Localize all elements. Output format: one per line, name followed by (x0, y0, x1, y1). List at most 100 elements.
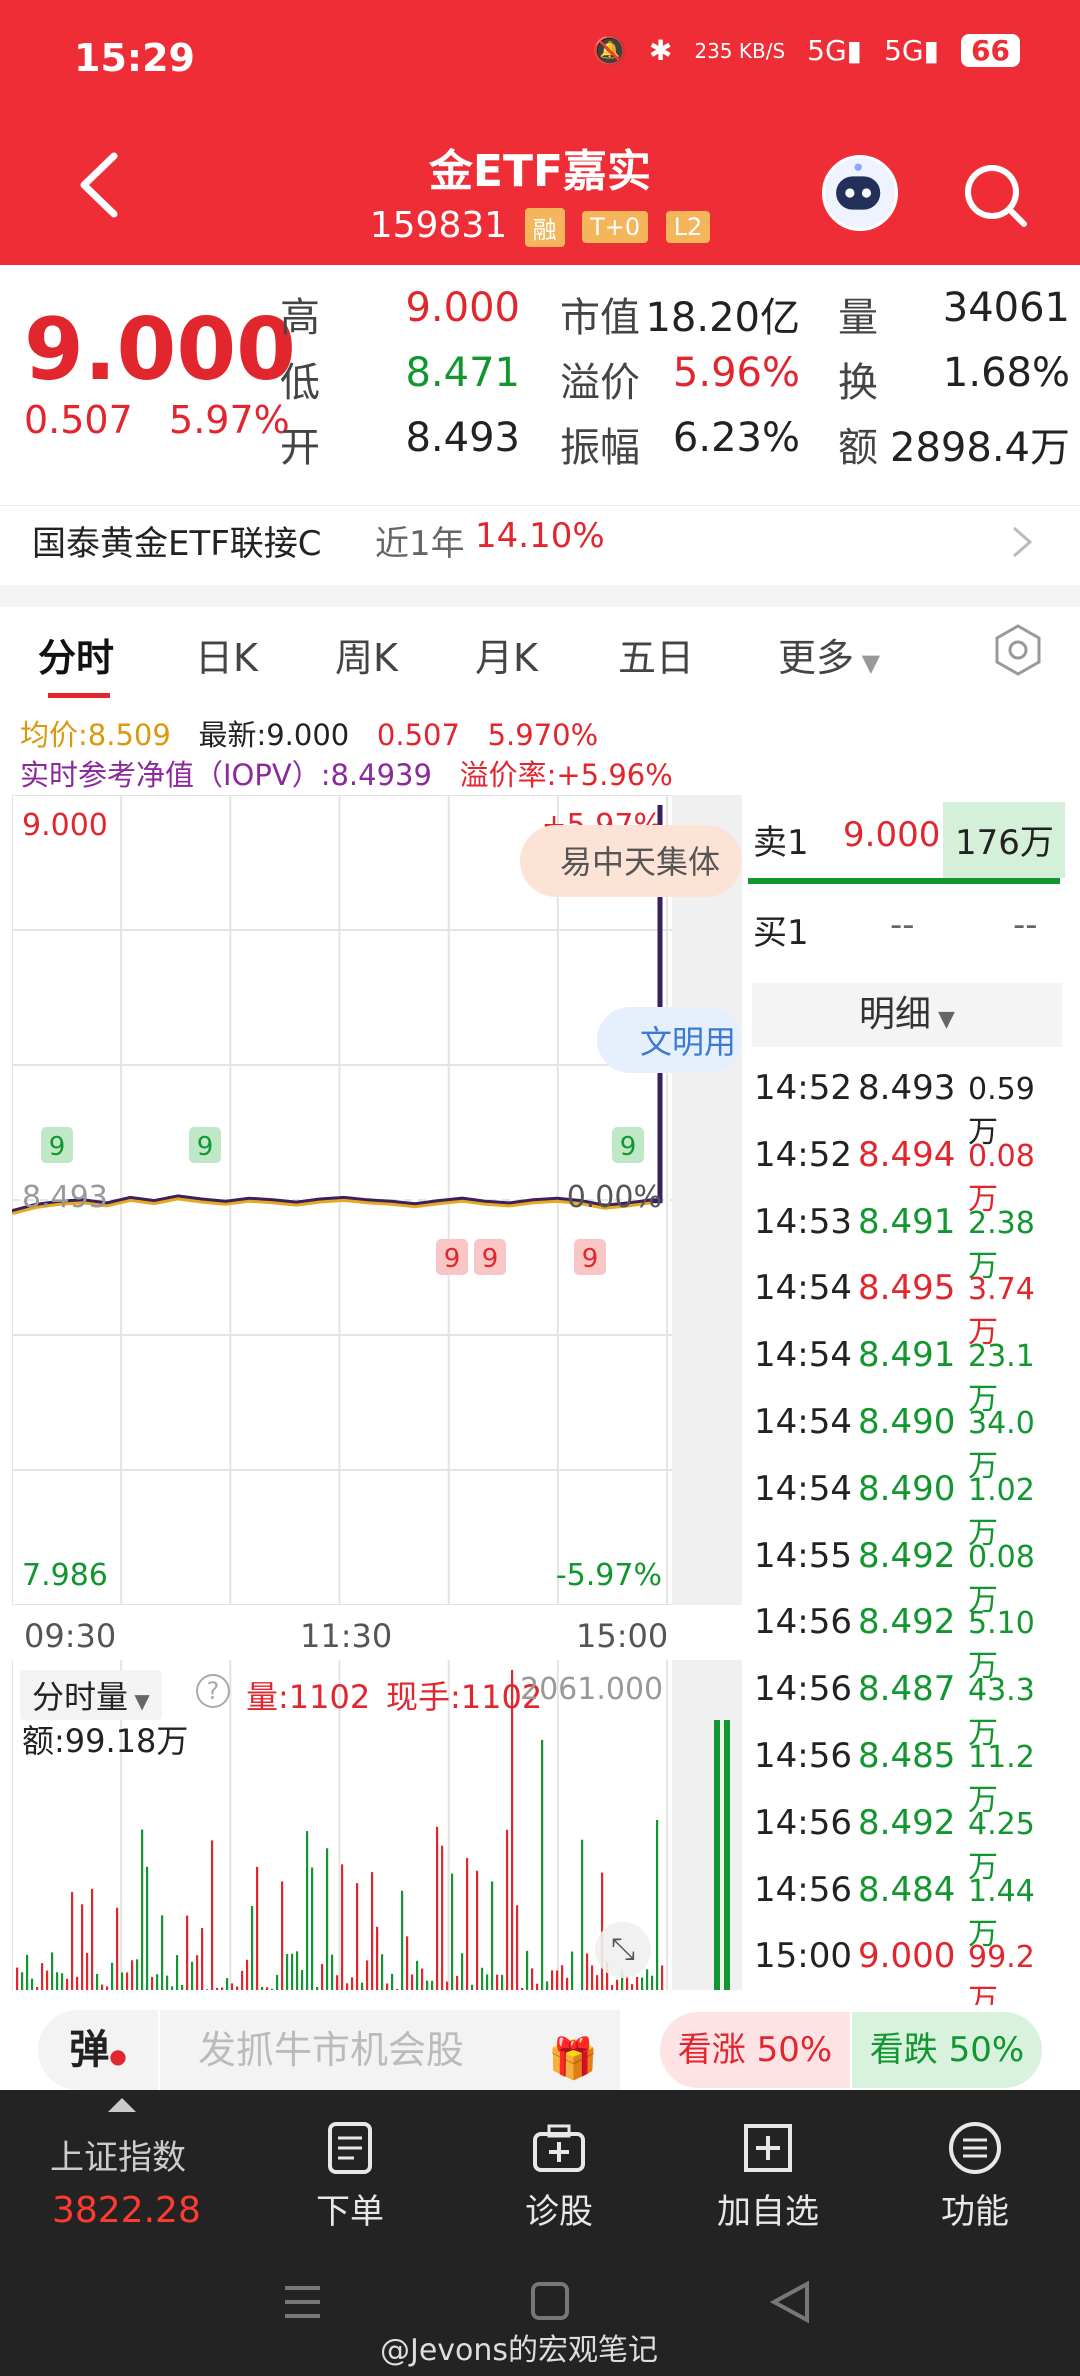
volume-bar (436, 1826, 439, 1990)
stat-value: 1.68% (942, 350, 1070, 396)
help-icon[interactable]: ? (196, 1674, 230, 1708)
stat-label: 振幅 (560, 425, 640, 471)
stat-label: 溢价 (560, 360, 640, 406)
volume-bar (371, 1872, 374, 1990)
volume-bar (336, 1975, 339, 1990)
volume-amount: 额:99.18万 (22, 1722, 189, 1760)
order-icon (328, 2122, 372, 2174)
expand-icon[interactable]: ⤡ (595, 1922, 651, 1978)
index-value[interactable]: 3822.28 (52, 2190, 201, 2231)
stat-value: 2898.4万 (890, 425, 1070, 471)
bearish-vote-button[interactable]: 看跌 50% (852, 2012, 1042, 2088)
volume-bar (246, 1959, 249, 1990)
intraday-chart[interactable]: 9.000 8.493 7.986 +5.97% 0.00% -5.97% 易中… (12, 795, 742, 1605)
volume-bar (106, 1986, 109, 1990)
trade-time: 14:56 (754, 1602, 852, 1643)
detail-dropdown[interactable]: 明细 ▼ (752, 983, 1062, 1047)
recent-apps-icon[interactable] (285, 2286, 320, 2318)
volume-bar (531, 1968, 534, 1990)
latest-pct: 5.970% (487, 718, 599, 752)
gift-icon[interactable]: 🎁 (548, 2035, 598, 2082)
trade-price: 8.494 (858, 1134, 956, 1175)
search-icon[interactable] (960, 160, 1030, 230)
volume-bar (226, 1978, 229, 1990)
volume-bar (551, 1970, 554, 1990)
linked-fund-name: 国泰黄金ETF联接C (32, 524, 322, 564)
volume-bar (431, 1980, 434, 1990)
svg-text:9: 9 (582, 1244, 599, 1274)
settings-icon[interactable] (990, 622, 1046, 678)
volume-bar (261, 1986, 264, 1990)
tab-monthly-k[interactable]: 月K (475, 627, 538, 682)
tab-five-day[interactable]: 五日 (618, 627, 694, 682)
volume-type-selector[interactable]: 分时量 ▼ (20, 1670, 162, 1720)
robot-assistant-icon[interactable] (822, 155, 898, 231)
volume-bar (241, 1970, 244, 1990)
volume-bar (636, 1976, 639, 1990)
watermark: @Jevons的宏观笔记 (380, 2333, 659, 2368)
tab-intraday[interactable]: 分时 (38, 627, 114, 682)
volume-bar (306, 1831, 309, 1990)
bullish-vote-button[interactable]: 看涨 50% (660, 2012, 850, 2088)
buy-signal-marker: 9 (189, 1127, 221, 1163)
volume-closing-bar-1 (714, 1720, 720, 1990)
volume-bar (31, 1978, 34, 1990)
nav-add-watchlist[interactable]: 加自选 (693, 2120, 843, 2233)
linked-fund-row[interactable]: 国泰黄金ETF联接C 近1年 14.10% (0, 505, 1080, 575)
volume-bar (86, 1952, 89, 1990)
volume-bar (366, 1960, 369, 1990)
stat-label: 开 (280, 425, 320, 471)
trade-price: 8.492 (858, 1602, 956, 1643)
danmaku-button[interactable]: 弹● (38, 2010, 158, 2090)
sell1-row[interactable]: 卖1 9.000 176万 (745, 802, 1065, 878)
home-icon[interactable] (531, 2282, 569, 2320)
volume-bar (66, 1978, 69, 1990)
stat-label: 换 (838, 360, 878, 406)
volume-bar (256, 1866, 259, 1990)
nav-functions-label: 功能 (941, 2192, 1009, 2232)
t0-tag: T+0 (582, 211, 649, 243)
volume-bar (416, 1960, 419, 1990)
l2-tag: L2 (665, 211, 711, 243)
index-name[interactable]: 上证指数 (50, 2130, 186, 2179)
trade-price: 8.484 (858, 1869, 956, 1910)
trade-row: 14:52 8.494 0.08万 (752, 1134, 1062, 1217)
volume-bar (541, 1740, 544, 1990)
stat-value: 8.471 (405, 350, 520, 396)
volume-bar (361, 1982, 364, 1990)
volume-bar (536, 1983, 539, 1990)
trade-time: 14:52 (754, 1134, 852, 1175)
tab-weekly-k[interactable]: 周K (335, 627, 398, 682)
nav-diagnose[interactable]: 诊股 (484, 2120, 634, 2233)
volume-bar (61, 1973, 64, 1990)
buy1-price: -- (890, 905, 915, 945)
volume-bar (656, 1820, 659, 1990)
volume-bar (171, 1986, 174, 1990)
tab-daily-k[interactable]: 日K (195, 627, 258, 682)
volume-bar (126, 1972, 129, 1990)
volume-bar (176, 1955, 179, 1990)
trade-price: 8.492 (858, 1802, 956, 1843)
volume-bar (476, 1870, 479, 1990)
nav-order[interactable]: 下单 (275, 2120, 425, 2233)
volume-bar (41, 1963, 44, 1990)
trade-price: 8.492 (858, 1535, 956, 1576)
buy1-row[interactable]: 买1 -- -- (745, 900, 1065, 966)
tab-more[interactable]: 更多 ▼ (778, 627, 880, 682)
stat-value: 34061 (942, 285, 1070, 331)
back-nav-icon[interactable] (769, 2280, 809, 2324)
nav-functions[interactable]: 功能 (900, 2120, 1050, 2233)
stat-label: 市值 (560, 295, 640, 341)
svg-text:9: 9 (49, 1132, 66, 1162)
buy-signal-marker: 9 (41, 1127, 73, 1163)
volume-bar (341, 1864, 344, 1990)
stat-value: 18.20亿 (645, 295, 800, 341)
trade-row: 14:54 8.490 34.0万 (752, 1402, 1062, 1484)
volume-bar (161, 1915, 164, 1990)
volume-bar (216, 1987, 219, 1990)
volume-bar (646, 1969, 649, 1990)
trade-row: 14:56 8.492 5.10万 (752, 1602, 1062, 1684)
app-header: 15:29 🔕 ✱ 235 KB/S 5G▮ 5G▮ 66 金ETF嘉实 159… (0, 0, 1080, 265)
stat-label: 高 (280, 295, 320, 341)
volume-bar (141, 1829, 144, 1990)
